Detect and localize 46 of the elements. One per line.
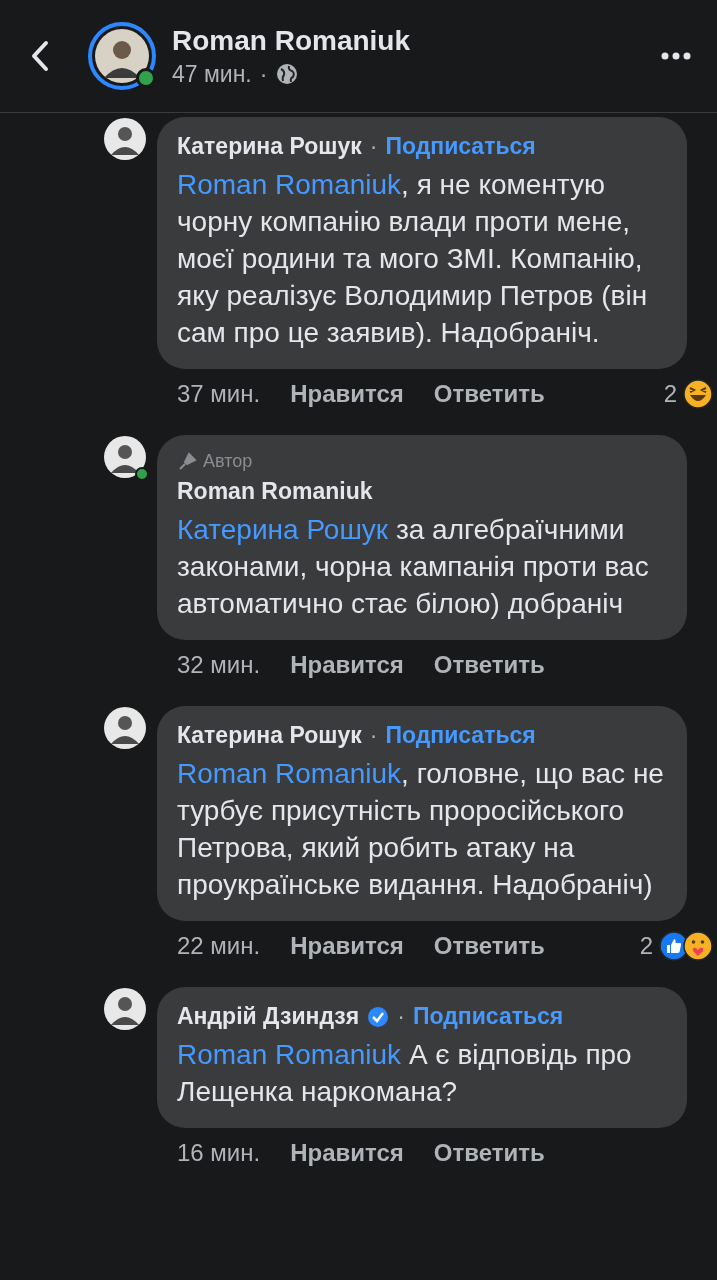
author-name[interactable]: Катерина Рошук: [177, 722, 362, 749]
reply-link[interactable]: Ответить: [433, 380, 545, 408]
like-link[interactable]: Нравится: [290, 932, 404, 960]
globe-icon: [275, 62, 300, 86]
comment-text: Roman Romaniuk А є відповідь про Лещенка наркомана?: [177, 1038, 633, 1109]
reaction-count: 2: [663, 380, 677, 408]
reaction-count: 2: [639, 932, 653, 960]
like-link[interactable]: Нравится: [290, 651, 404, 679]
reply-link[interactable]: Ответить: [433, 1139, 545, 1167]
avatar[interactable]: [103, 706, 147, 750]
author-name[interactable]: Андрій Дзиндзя: [177, 1003, 360, 1030]
mention-link[interactable]: Катерина Рошук: [177, 514, 389, 545]
more-icon[interactable]: [661, 52, 691, 60]
separator-dot: ·: [397, 1003, 405, 1030]
mention-link[interactable]: Roman Romaniuk: [177, 169, 402, 200]
comment-text: Roman Romaniuk, головне, що вас не турбує присутність проросійського Петрова, який робить атаку на проукраїнське видання. Надобраніч): [177, 757, 665, 902]
comment-time: 37 мин.: [177, 380, 261, 408]
comment-time: 22 мин.: [177, 932, 261, 960]
avatar[interactable]: [103, 987, 147, 1031]
separator-dot: ·: [369, 722, 378, 749]
like-link[interactable]: Нравится: [290, 1139, 404, 1167]
comment-text: Roman Romaniuk, я не коментую чорну компанію влади проти мене, моєї родини та мого ЗМІ. Компанію, яку реалізує Володимир Петров (він сам про це заявив). Надобраніч.: [177, 168, 649, 350]
avatar[interactable]: [103, 117, 147, 161]
author-label: Автор: [203, 451, 253, 472]
comment-time: 16 мин.: [177, 1139, 261, 1167]
follow-link[interactable]: Подписаться: [385, 722, 536, 749]
avatar[interactable]: [103, 435, 147, 479]
back-icon[interactable]: [30, 40, 50, 72]
avatar[interactable]: [88, 22, 156, 90]
mention-link[interactable]: Roman Romaniuk: [177, 1039, 402, 1070]
comment-time: 32 мин.: [177, 651, 261, 679]
reply-link[interactable]: Ответить: [433, 932, 545, 960]
comment-text: Катерина Рошук за алгебраїчними законами, чорна кампанія проти вас автоматично стає білою) добраніч: [177, 513, 650, 621]
laughing-emoji-icon: [683, 379, 713, 409]
follow-link[interactable]: Подписаться: [412, 1003, 564, 1030]
author-name[interactable]: Roman Romaniuk: [177, 478, 373, 505]
like-link[interactable]: Нравится: [290, 380, 404, 408]
follow-link[interactable]: Подписаться: [385, 133, 536, 160]
hugging-emoji-icon: [683, 931, 713, 961]
author-name[interactable]: Катерина Рошук: [177, 133, 362, 160]
profile-name[interactable]: Roman Romaniuk: [172, 24, 661, 57]
post-time: 47 мин.: [172, 60, 252, 88]
reply-link[interactable]: Ответить: [433, 651, 545, 679]
separator-dot: ·: [259, 60, 268, 88]
separator-dot: ·: [369, 133, 378, 160]
mention-link[interactable]: Roman Romaniuk: [177, 758, 402, 789]
